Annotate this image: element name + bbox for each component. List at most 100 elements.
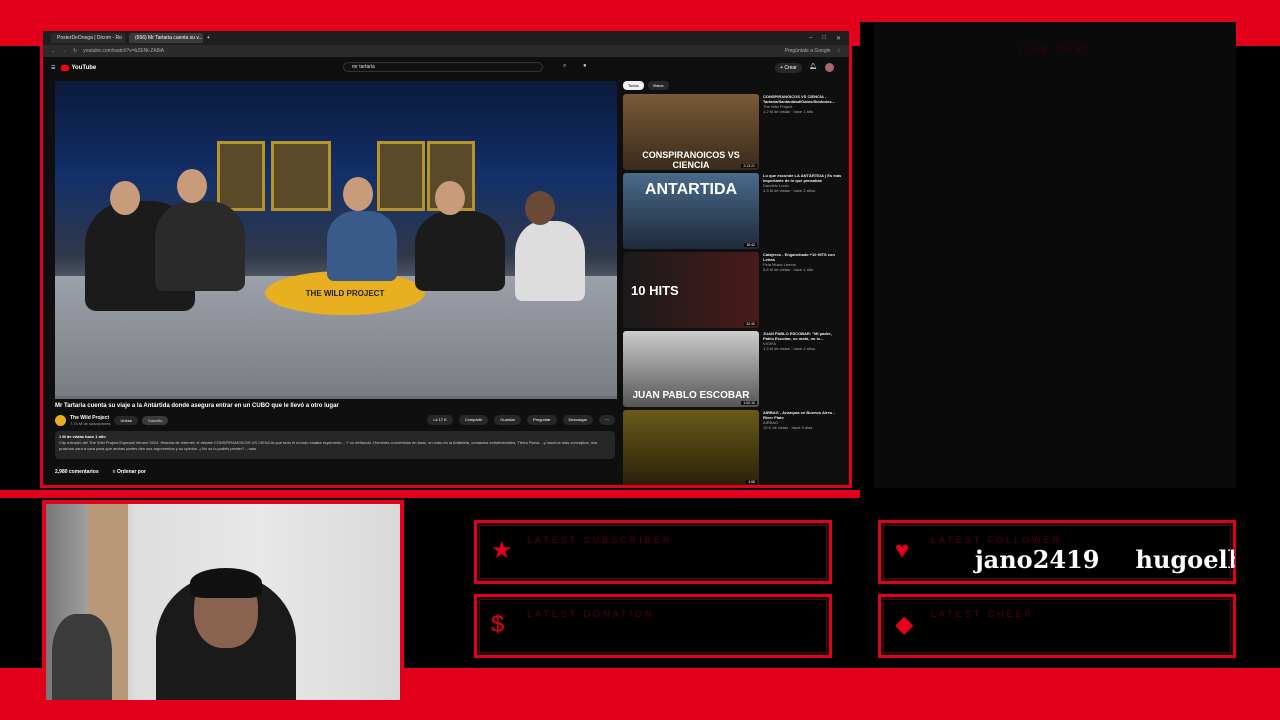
recommendation-title[interactable]: CONSPIRANOICOS VS CIENCIA - Tartaria/San… (763, 94, 843, 104)
recommendation-meta: 5,8 M de vistas · hace 1 año (763, 267, 814, 272)
like-button[interactable]: 👍︎ 17 K (427, 415, 453, 425)
search-icon[interactable]: ⌕ (563, 63, 566, 70)
recommendation-item[interactable]: JUAN PABLO ESCOBAR 1:52:10 JUAN PABLO ES… (623, 331, 845, 410)
webcam-feed (42, 500, 404, 704)
recommendation-meta: 1,2 M de vistas · hace 1 año (763, 109, 814, 114)
download-button[interactable]: Descargar (562, 415, 593, 425)
chip-all[interactable]: Todos (623, 81, 644, 90)
latest-follower-widget: ♥ LATEST FOLLOWER jano2419 hugoelbart (878, 520, 1236, 584)
channel-subs: 7,74 M de suscriptores (70, 420, 111, 426)
description-box[interactable]: 1 M de vistas hace 1 año Clip extraído d… (55, 431, 615, 459)
thumbnail-text: 10 HITS (631, 282, 679, 298)
sort-label: Ordenar por (116, 469, 146, 475)
channel-info: The Wild Project 7,74 M de suscriptores (70, 415, 110, 426)
recommendation-title[interactable]: JUAN PABLO ESCOBAR: "Mi padre, Pablo Esc… (763, 331, 843, 341)
latest-cheer-widget: ◆ LATEST CHEER (878, 594, 1236, 658)
person (155, 201, 245, 291)
ask-button[interactable]: Preguntar (526, 415, 557, 425)
url-field[interactable]: youtube.com/watch?v=bZENt-ZA8iA (83, 48, 778, 54)
diamond-icon: ◆ (895, 611, 914, 638)
mic-icon[interactable]: ● (583, 63, 587, 69)
chip-watched[interactable]: Vistos (647, 81, 669, 90)
overlay-band-top-right (1236, 22, 1280, 46)
portrait-frame (217, 141, 265, 211)
star-icon[interactable]: ☆ (837, 48, 841, 54)
bell-icon[interactable]: 🔔︎ (809, 63, 817, 70)
youtube-play-icon (61, 65, 70, 71)
duration-badge: 1:52:10 (741, 401, 757, 405)
reload-icon[interactable]: ↻ (73, 48, 77, 54)
close-icon[interactable]: ✕ (836, 35, 841, 42)
video-thumbnail[interactable]: 10 HITS 32:40 (623, 252, 759, 328)
description-text: Clip extraído del The Wild Project Espec… (59, 440, 598, 451)
latest-donation-widget: $ LATEST DONATION (474, 594, 832, 658)
channel-name[interactable]: The Wild Project (70, 415, 110, 421)
recommendation-info: JUAN PABLO ESCOBAR: "Mi padre, Pablo Esc… (763, 331, 843, 410)
browser-tab-active[interactable]: (656) Mr Tartaria cuenta su v... (129, 33, 203, 43)
address-bar: ← → ↻ youtube.com/watch?v=bZENt-ZA8iA Pr… (43, 45, 849, 57)
thumbnail-text: ANTARTIDA (644, 181, 738, 198)
widget-label: LATEST DONATION (527, 609, 655, 619)
avatar[interactable] (825, 63, 834, 72)
channel-avatar[interactable] (55, 414, 66, 426)
browser-tab[interactable]: PosterDeOnega | Dicom - Ro (51, 33, 125, 43)
duration-badge: 3:58 (746, 480, 757, 484)
ask-google-button[interactable]: Pregúntale a Google (785, 48, 831, 54)
recommendation-title[interactable]: Calajeros - Enganchado +10 HITS con Letr… (763, 252, 843, 262)
search-input[interactable]: mr tartaria (343, 62, 543, 72)
background-person (52, 614, 112, 700)
overlay-band-middle (0, 490, 860, 498)
more-icon[interactable]: ⋯ (599, 415, 615, 425)
person-head (110, 181, 140, 215)
filter-chips: Todos Vistos (623, 81, 845, 90)
channel-row: The Wild Project 7,74 M de suscriptores … (55, 413, 615, 427)
join-button[interactable]: Unirse (114, 415, 139, 425)
menu-icon[interactable]: ☰ (51, 65, 55, 71)
recommendation-item[interactable]: CONSPIRANOICOS VS CIENCIA 2:13:21 CONSPI… (623, 94, 845, 173)
recommendation-meta: 1,3 M de vistas · hace 4 años (763, 346, 816, 351)
heart-icon: ♥ (895, 537, 910, 564)
video-thumbnail[interactable]: 3:58 (623, 410, 759, 485)
person-head (525, 191, 555, 225)
youtube-logo-text: YouTube (71, 65, 97, 71)
share-button[interactable]: Compartir (458, 415, 489, 425)
video-thumbnail[interactable]: CONSPIRANOICOS VS CIENCIA 2:13:21 (623, 94, 759, 170)
latest-subscriber-widget: ★ LATEST SUBSCRIBER (474, 520, 832, 584)
person (515, 221, 585, 301)
comments-header: 2,980 comentarios ≡ Ordenar por (55, 469, 146, 475)
create-button[interactable]: + Crear (775, 63, 802, 73)
maximize-icon[interactable]: □ (822, 35, 826, 42)
thumbnail-text: JUAN PABLO ESCOBAR (632, 390, 750, 401)
person (415, 211, 505, 291)
recommendation-item[interactable]: 10 HITS 32:40 Calajeros - Enganchado +10… (623, 252, 845, 331)
recommendation-info: CONSPIRANOICOS VS CIENCIA - Tartaria/San… (763, 94, 843, 173)
minimize-icon[interactable]: – (809, 35, 812, 42)
video-thumbnail[interactable]: ANTARTIDA 18:42 (623, 173, 759, 249)
person-head (343, 177, 373, 211)
follower-name: jano2419 (975, 545, 1100, 574)
video-player[interactable]: THE WILD PROJECT (55, 81, 617, 399)
subscribe-button[interactable]: Suscrito (142, 415, 169, 425)
back-icon[interactable]: ← (51, 48, 56, 54)
save-button[interactable]: Guardar (494, 415, 521, 425)
live-chat-title: LIVE CHAT (1018, 44, 1092, 54)
recommendation-info: Calajeros - Enganchado +10 HITS con Letr… (763, 252, 843, 331)
recommendation-title[interactable]: Lo que esconde LA ANTÁRTIDA | Es más imp… (763, 173, 843, 183)
recommendation-info: AIRBAG - Anarquía en Buenos Aires - Rive… (763, 410, 843, 485)
widget-label: LATEST SUBSCRIBER (527, 535, 673, 545)
follower-ticker: jano2419 hugoelbart (931, 523, 1235, 581)
star-icon: ★ (491, 537, 513, 564)
new-tab-icon[interactable]: + (207, 35, 210, 41)
youtube-logo[interactable]: YouTube (61, 65, 96, 71)
sort-button[interactable]: ≡ Ordenar por (113, 469, 146, 475)
video-thumbnail[interactable]: JUAN PABLO ESCOBAR 1:52:10 (623, 331, 759, 407)
recommendation-meta: 4,3 M de vistas · hace 2 años (763, 188, 816, 193)
browser-window: PosterDeOnega | Dicom - Ro (656) Mr Tart… (40, 28, 852, 488)
recommendation-title[interactable]: AIRBAG - Anarquía en Buenos Aires - Rive… (763, 410, 843, 420)
forward-icon[interactable]: → (62, 48, 67, 54)
video-title: Mr Tartaria cuenta su viaje a la Antárti… (55, 403, 339, 409)
duration-badge: 2:13:21 (741, 164, 757, 168)
recommendation-item[interactable]: 3:58 AIRBAG - Anarquía en Buenos Aires -… (623, 410, 845, 485)
recommendation-item[interactable]: ANTARTIDA 18:42 Lo que esconde LA ANTÁRT… (623, 173, 845, 252)
person (327, 211, 397, 281)
